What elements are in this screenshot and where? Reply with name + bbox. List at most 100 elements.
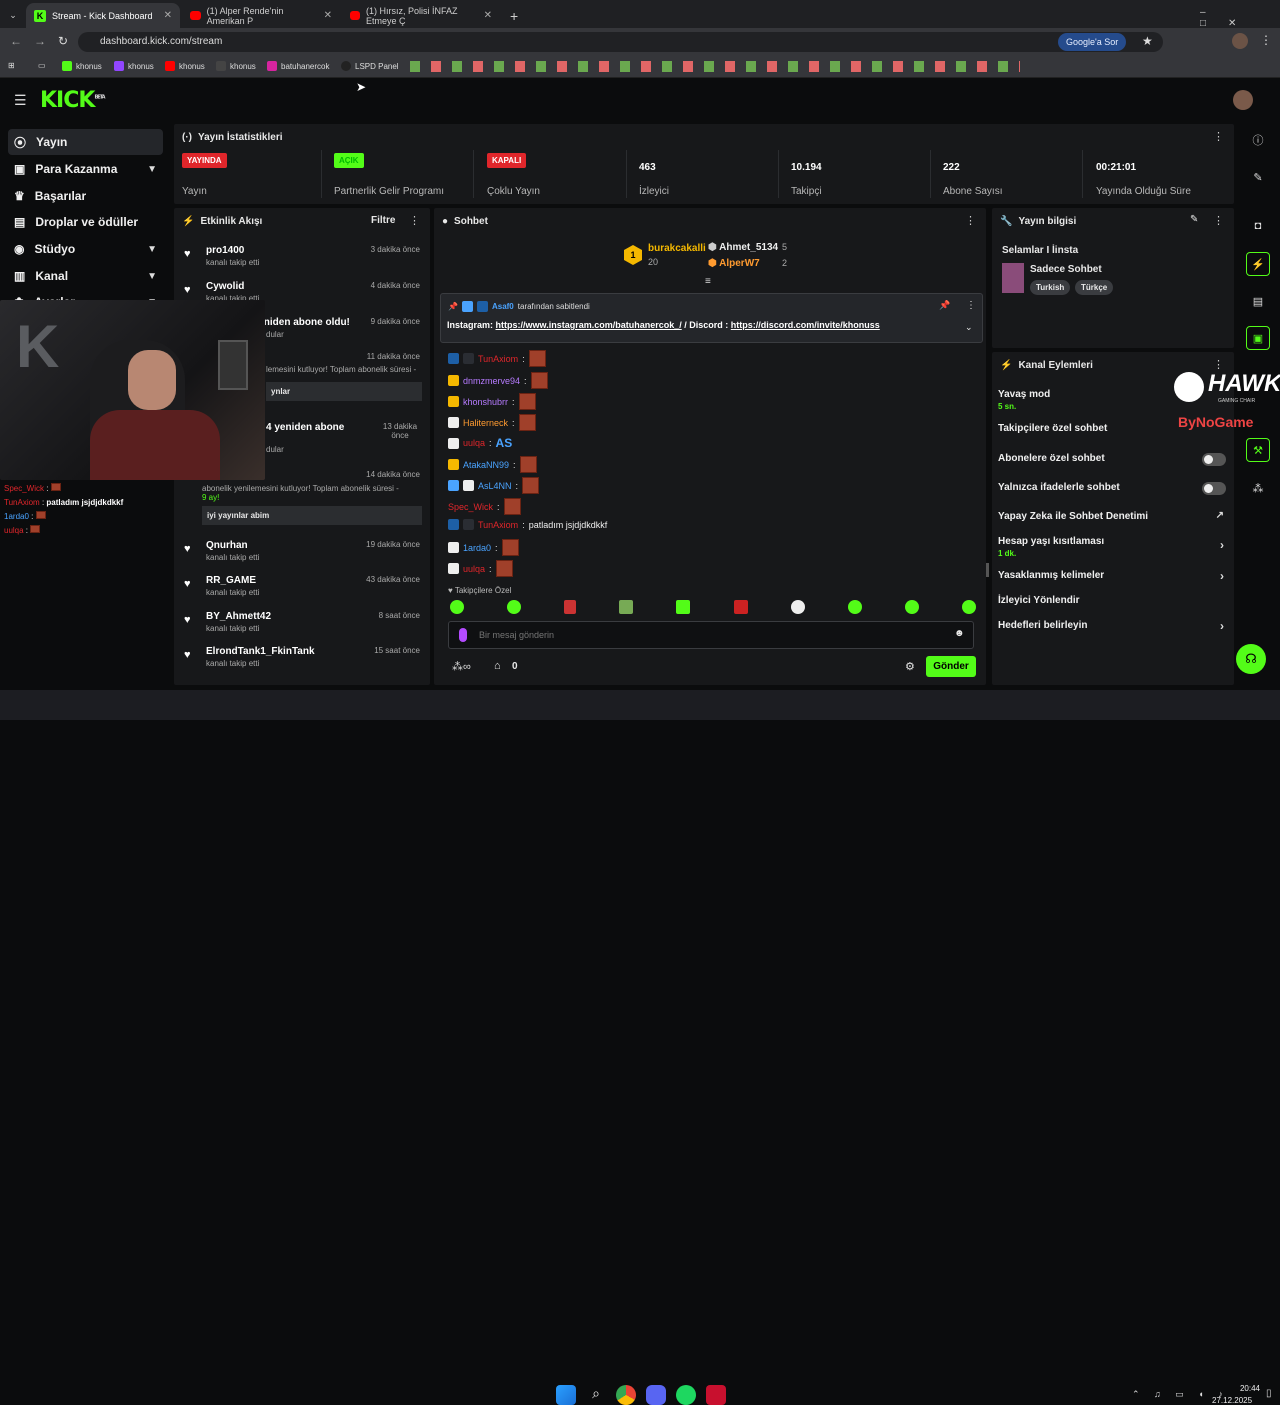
emoji-icon[interactable]: ☻ — [954, 628, 965, 639]
chat-username[interactable]: AsL4NN — [478, 481, 512, 491]
profile-avatar[interactable] — [1232, 33, 1248, 49]
channel-points-icon[interactable]: ⁂∞ — [452, 660, 471, 673]
close-tab-icon[interactable]: ✕ — [164, 10, 172, 21]
close-tab-icon[interactable]: ✕ — [324, 10, 332, 21]
bookmark-item[interactable]: khonus — [114, 61, 154, 71]
url-input[interactable]: dashboard.kick.com/stream — [78, 32, 1163, 52]
chat-username[interactable]: 1arda0 — [463, 543, 491, 553]
emote-icon[interactable] — [790, 600, 805, 614]
sidebar-item-yayin[interactable]: ⦿ Yayın — [8, 129, 163, 155]
emote-icon[interactable] — [961, 600, 976, 614]
emote-icon[interactable] — [507, 600, 522, 614]
unpin-icon[interactable]: 📌 — [939, 300, 950, 311]
edit-icon[interactable]: ✎ — [1190, 214, 1198, 225]
subscribers-only-toggle[interactable] — [1202, 453, 1226, 466]
discord-icon[interactable] — [646, 1385, 666, 1405]
info-icon[interactable]: ⓘ — [1246, 128, 1270, 152]
folder-icon[interactable]: ▭ — [38, 61, 46, 70]
more-options-icon[interactable]: ⋮ — [1213, 214, 1224, 227]
top-gifter-3[interactable]: ⬢ AlperW7 — [708, 258, 760, 269]
sidebar-item-kanal[interactable]: ▥ Kanal ▼ — [8, 263, 163, 289]
forward-icon[interactable]: → — [34, 34, 46, 48]
apps-icon[interactable]: ⊞ — [8, 61, 15, 70]
sidebar-item-studyo[interactable]: ◉ Stüdyo ▼ — [8, 236, 163, 262]
emote-icon[interactable] — [564, 600, 577, 614]
action-banned-words[interactable]: Yasaklanmış kelimeler › — [998, 569, 1230, 583]
filter-button[interactable]: Filtre — [371, 215, 395, 226]
hamburger-menu-icon[interactable]: ☰ — [14, 92, 27, 109]
notifications-icon[interactable]: ▯ — [1266, 1388, 1272, 1399]
camera-icon[interactable]: ◘ — [1246, 214, 1270, 238]
emote-icon[interactable] — [733, 600, 748, 614]
microphone-icon[interactable] — [459, 628, 467, 642]
action-account-age[interactable]: Hesap yaşı kısıtlaması 1 dk. › — [998, 536, 1230, 558]
chat-username[interactable]: Spec_Wick — [448, 502, 493, 512]
chat-username[interactable]: uulqa — [463, 438, 485, 448]
bookmark-item[interactable]: khonus — [62, 61, 102, 71]
emote-icon[interactable] — [847, 600, 862, 614]
emote-bar[interactable] — [450, 600, 976, 616]
chat-input-box[interactable]: ☻ — [448, 621, 974, 649]
top-gifter-2[interactable]: ⬢ Ahmet_5134 — [708, 242, 778, 253]
chrome-icon[interactable] — [616, 1385, 636, 1405]
chat-username[interactable]: TunAxiom — [478, 354, 518, 364]
tag-pill[interactable]: Turkish — [1030, 280, 1071, 295]
instagram-link[interactable]: https://www.instagram.com/batuhanercok_/ — [496, 320, 682, 330]
store-icon[interactable]: ⌂ — [494, 660, 501, 672]
reload-icon[interactable]: ↻ — [58, 34, 68, 48]
search-icon[interactable]: ⌕ — [586, 1385, 606, 1405]
start-icon[interactable] — [556, 1385, 576, 1405]
action-emotes-only[interactable]: Yalnızca ifadelerle sohbet — [998, 482, 1230, 495]
emote-icon[interactable] — [450, 600, 464, 614]
more-options-icon[interactable]: ⋮ — [966, 300, 976, 311]
spotify-icon[interactable] — [676, 1385, 696, 1405]
clipboard-icon[interactable]: ▤ — [1246, 289, 1270, 313]
sidebar-item-basarilar[interactable]: ♛ Başarılar — [8, 183, 163, 209]
browser-tab-kick[interactable]: K Stream - Kick Dashboard ✕ — [26, 3, 180, 28]
sidebar-item-para-kazanma[interactable]: ▣ Para Kazanma ▼ — [8, 156, 163, 182]
user-avatar[interactable] — [1233, 90, 1253, 110]
chat-username[interactable]: TunAxiom — [478, 520, 518, 530]
pinned-by-user[interactable]: Asaf0 — [492, 302, 514, 311]
send-button[interactable]: Gönder — [926, 656, 976, 677]
browser-menu-icon[interactable]: ⋮ — [1260, 33, 1272, 47]
bookmark-item[interactable]: LSPD Panel — [341, 61, 399, 71]
tab-list-button[interactable]: ⌄ — [4, 3, 22, 28]
chat-scrollbar[interactable] — [986, 563, 989, 577]
taskbar-app-icon[interactable] — [706, 1385, 726, 1405]
chat-username[interactable]: Haliterneck — [463, 418, 508, 428]
category-name[interactable]: Sadece Sohbet — [1030, 264, 1102, 275]
emotes-only-toggle[interactable] — [1202, 482, 1226, 495]
back-icon[interactable]: ← — [10, 34, 22, 48]
bookmark-star-icon[interactable]: ★ — [1142, 34, 1153, 48]
lightning-icon[interactable]: ⚡ — [1246, 252, 1270, 276]
support-headset-icon[interactable]: ☊ — [1236, 644, 1266, 674]
more-options-icon[interactable]: ⋮ — [965, 214, 976, 227]
new-tab-button[interactable]: + — [502, 3, 522, 28]
discord-link[interactable]: https://discord.com/invite/khonuss — [731, 320, 880, 330]
window-controls[interactable]: –□✕ — [1200, 7, 1280, 29]
close-tab-icon[interactable]: ✕ — [484, 10, 492, 21]
points-icon[interactable]: ⁂ — [1246, 476, 1270, 500]
emote-icon[interactable] — [619, 600, 634, 614]
action-subscribers-only[interactable]: Abonelere özel sohbet — [998, 453, 1230, 466]
more-options-icon[interactable]: ⋮ — [409, 214, 420, 227]
wrench-icon[interactable]: ⚒ — [1246, 438, 1270, 462]
collapse-icon[interactable]: ≡ — [705, 276, 711, 287]
google-ask-button[interactable]: Google'a Sor — [1058, 33, 1127, 51]
chevron-down-icon[interactable]: ⌄ — [965, 322, 973, 333]
clock-date[interactable]: 27.12.2025 — [1212, 1396, 1252, 1405]
clock-time[interactable]: 20:44 — [1226, 1384, 1260, 1393]
edit-icon[interactable]: ✎ — [1246, 165, 1270, 189]
sidebar-item-droplar[interactable]: ▤ Droplar ve ödüller — [8, 209, 163, 235]
emote-icon[interactable] — [676, 600, 691, 614]
chat-username[interactable]: dnmzmerve94 — [463, 376, 520, 386]
chat-icon[interactable]: ▣ — [1246, 326, 1270, 350]
action-set-goals[interactable]: Hedefleri belirleyin › — [998, 619, 1230, 633]
action-ai-moderation[interactable]: Yapay Zeka ile Sohbet Denetimi ↗ — [998, 510, 1230, 522]
chat-message-input[interactable] — [479, 627, 919, 643]
chat-username[interactable]: uulqa — [463, 564, 485, 574]
bookmark-icons-strip[interactable] — [410, 61, 1020, 72]
chat-username[interactable]: khonshubrr — [463, 397, 508, 407]
tag-pill[interactable]: Türkçe — [1075, 280, 1114, 295]
